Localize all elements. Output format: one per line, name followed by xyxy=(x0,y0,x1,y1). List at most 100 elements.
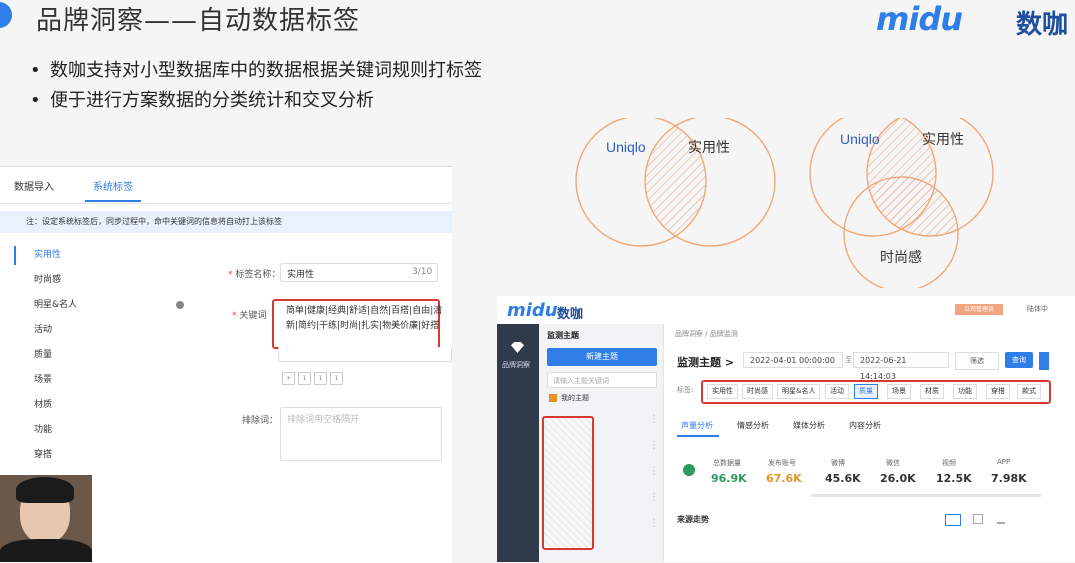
nav-title: 监测主题 xyxy=(547,331,579,340)
tag-item[interactable]: 活动 xyxy=(0,318,200,343)
pager-item[interactable]: 1 xyxy=(298,372,311,385)
tag-item[interactable]: 功能 xyxy=(0,418,200,443)
midu-logo-cn: 数咖 xyxy=(557,307,584,322)
tab-active-indicator xyxy=(85,200,141,202)
tag-chip[interactable]: 材质 xyxy=(920,384,944,399)
exclude-label: 排除词： xyxy=(242,416,279,426)
venn-diagrams: Uniqlo 实用性 Uniqlo 实用性 时尚感 xyxy=(575,118,994,288)
info-note: 注：设定系统标签后，同步过程中，命中关键词的信息将自动打上该标签 xyxy=(0,211,452,233)
sidebar-item-brand-insight[interactable]: 品牌洞察 xyxy=(502,360,530,370)
date-end-field[interactable]: 2022-06-21 14:14:03 xyxy=(853,352,949,381)
pager-item[interactable]: 1 xyxy=(330,372,343,385)
my-topics-label: 我的主题 xyxy=(561,394,589,402)
midu-logo: midu xyxy=(507,300,558,321)
tag-chip[interactable]: 场景 xyxy=(887,384,911,399)
keyword-input[interactable]: 简单|健康|经典|舒适|自然|百搭|自由|清新|简约|干练|时尚|扎实|物美价廉… xyxy=(286,304,446,334)
tag-chip[interactable]: 实用性 xyxy=(707,384,738,399)
chart-toggle-icon[interactable] xyxy=(945,514,961,526)
app-sidebar: 品牌洞察 xyxy=(497,324,539,562)
stat-value: 26.0K xyxy=(880,472,916,485)
settings-icon[interactable] xyxy=(176,301,184,309)
more-icon[interactable]: ⋮ xyxy=(649,440,659,451)
diamond-icon[interactable] xyxy=(511,342,524,353)
tag-list: 实用性 时尚感 明星&名人 活动 质量 场景 材质 功能 穿搭 xyxy=(0,243,200,468)
table-icon[interactable] xyxy=(973,514,983,524)
tag-item[interactable]: 穿搭 xyxy=(0,443,200,468)
pager-item[interactable]: 1 xyxy=(314,372,327,385)
more-icon[interactable]: ⋮ xyxy=(649,518,659,529)
user-name[interactable]: 陆体中 xyxy=(1027,304,1048,314)
database-icon xyxy=(683,464,695,476)
stat-value: 96.9K xyxy=(711,472,747,485)
bullet-list: • 数咖支持对小型数据库中的数据根据关键词规则打标签 • 便于进行方案数据的分类统计… xyxy=(30,56,482,116)
tab-data-import[interactable]: 数据导入 xyxy=(14,178,54,193)
subtab-active-indicator xyxy=(677,435,719,437)
tag-item[interactable]: 时尚感 xyxy=(0,268,200,293)
stat-label: 总数据量 xyxy=(713,459,741,467)
tag-item[interactable]: 质量 xyxy=(0,343,200,368)
venn-label: 实用性 xyxy=(922,132,964,148)
breadcrumb: 品牌洞察 / 品牌监测 xyxy=(675,330,738,338)
tag-item[interactable]: 场景 xyxy=(0,368,200,393)
stat-label: APP xyxy=(997,458,1011,466)
new-topic-button[interactable]: 新建主题 xyxy=(547,348,657,366)
tag-chip[interactable]: 时尚感 xyxy=(742,384,773,399)
venn-label: Uniqlo xyxy=(606,139,646,155)
date-start-field[interactable]: 2022-04-01 00:00:00 xyxy=(743,352,843,368)
tag-row-label: 标签: xyxy=(677,386,694,394)
tab-system-tags[interactable]: 系统标签 xyxy=(93,178,133,193)
venn-label: 时尚感 xyxy=(880,249,922,266)
action-button[interactable] xyxy=(1039,352,1049,370)
topic-list-highlight xyxy=(542,416,594,550)
title-bullet-dot xyxy=(0,2,12,28)
keyword-field-extension xyxy=(278,347,452,362)
more-icon[interactable]: ⋮ xyxy=(649,466,659,477)
more-icon[interactable]: ⋮ xyxy=(649,414,659,425)
presenter-video xyxy=(0,475,92,562)
stat-value: 12.5K xyxy=(936,472,972,485)
tag-chip[interactable]: 款式 xyxy=(1017,384,1041,399)
stat-label: 视频 xyxy=(942,459,956,467)
tag-chip[interactable]: 明星&名人 xyxy=(777,384,821,399)
add-keyword-button[interactable]: + xyxy=(282,372,295,385)
tab-content-analysis[interactable]: 内容分析 xyxy=(849,420,881,431)
tag-chip[interactable]: 活动 xyxy=(825,384,849,399)
query-button[interactable]: 查询 xyxy=(1005,352,1033,368)
more-icon[interactable]: ⋮ xyxy=(649,492,659,503)
tab-media-analysis[interactable]: 媒体分析 xyxy=(793,420,825,431)
page-title[interactable]: 监测主题 > xyxy=(677,354,734,370)
monitor-dashboard: midu 数咖 公司管理员 陆体中 品牌洞察 监测主题 我的主题 ⋮ ⋮ ⋮ ⋮… xyxy=(497,296,1075,562)
tag-chip[interactable]: 穿搭 xyxy=(986,384,1010,399)
tag-name-input[interactable]: 实用性 3/10 xyxy=(280,263,438,282)
scrollbar[interactable] xyxy=(811,494,1041,497)
date-separator: 至 xyxy=(845,356,852,364)
filter-button[interactable]: 筛选 xyxy=(955,352,999,370)
venn-two-set: Uniqlo 实用性 xyxy=(575,118,776,247)
tag-item[interactable]: 明星&名人 xyxy=(0,293,200,318)
role-badge: 公司管理员 xyxy=(955,304,1003,315)
bullet-item: • 数咖支持对小型数据库中的数据根据关键词规则打标签 xyxy=(30,60,482,81)
folder-icon xyxy=(549,394,557,402)
exclude-input[interactable]: 排除词用空格隔开 xyxy=(280,407,442,461)
stat-value: 67.6K xyxy=(766,472,802,485)
tag-chip[interactable]: 功能 xyxy=(953,384,977,399)
stat-value: 45.6K xyxy=(825,472,861,485)
keyword-label: * 关键词 xyxy=(232,311,267,321)
section-title: 来源走势 xyxy=(677,515,709,524)
stat-label: 发布账号 xyxy=(768,459,796,467)
venn-label: 实用性 xyxy=(688,140,730,156)
tab-sentiment-analysis[interactable]: 情感分析 xyxy=(737,420,769,431)
tag-item[interactable]: 材质 xyxy=(0,393,200,418)
midu-logo: midu xyxy=(876,0,963,38)
tag-name-label: * 标签名称： xyxy=(228,270,281,280)
download-icon[interactable] xyxy=(997,514,1005,524)
tag-chip-selected[interactable]: 质量 xyxy=(854,384,878,399)
venn-label: Uniqlo xyxy=(840,131,880,147)
topic-search-input[interactable]: 请输入主题关键词 xyxy=(547,372,657,388)
tab-bar: 数据导入 系统标签 xyxy=(0,167,452,204)
stat-label: 微信 xyxy=(886,459,900,467)
tag-item[interactable]: 实用性 xyxy=(0,243,200,268)
bullet-item: • 便于进行方案数据的分类统计和交叉分析 xyxy=(30,90,374,111)
stat-label: 微博 xyxy=(831,459,845,467)
tab-volume-analysis[interactable]: 声量分析 xyxy=(681,420,713,431)
